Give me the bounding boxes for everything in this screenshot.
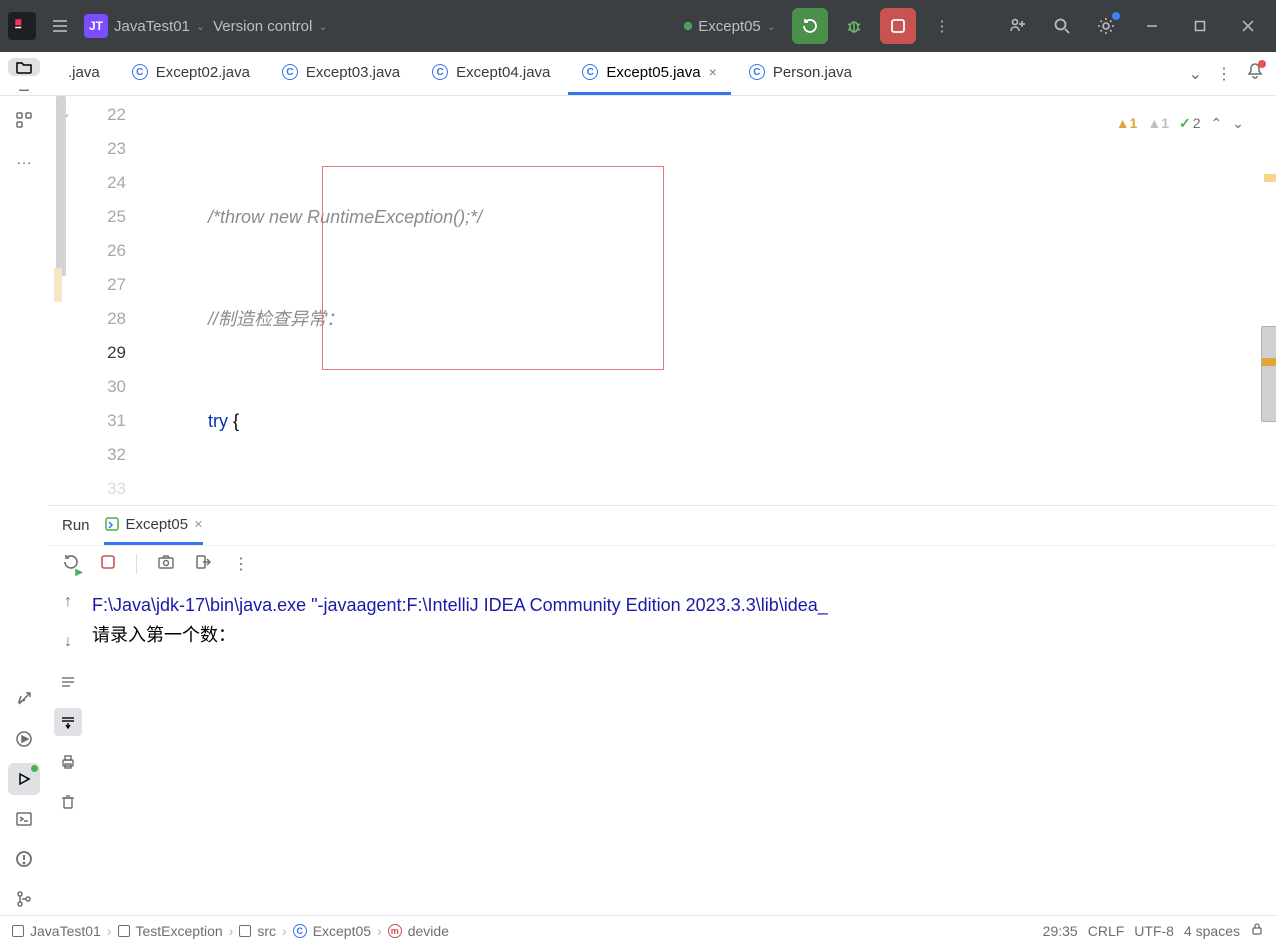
inspection-widget[interactable]: ▲1 ▲1 ✓2 ⌃ ⌄	[1116, 106, 1244, 140]
run-side-tools: ↑ ↓	[48, 582, 88, 915]
tabs-dropdown-icon[interactable]: ⌄	[1189, 64, 1202, 84]
vcs-label: Version control	[213, 18, 312, 35]
project-selector[interactable]: JT JavaTest01 ⌄	[84, 14, 205, 38]
class-icon: C	[293, 924, 307, 938]
screenshot-icon[interactable]	[157, 553, 175, 576]
chevron-down-icon: ⌄	[767, 20, 776, 33]
rerun-button[interactable]	[792, 8, 828, 44]
class-icon: C	[432, 64, 448, 80]
class-icon: C	[132, 64, 148, 80]
terminal-tool-icon[interactable]	[8, 803, 40, 835]
folder-icon	[239, 925, 251, 937]
run-config-selector[interactable]: Except05 ⌄	[676, 14, 784, 39]
close-button[interactable]	[1228, 6, 1268, 46]
exit-icon[interactable]	[195, 553, 213, 576]
project-tool-button[interactable]	[8, 58, 40, 76]
rerun-icon[interactable]: ▶	[62, 553, 80, 576]
run-title: Run	[62, 517, 90, 534]
search-icon[interactable]	[1044, 8, 1080, 44]
module-icon	[12, 925, 24, 937]
class-icon: C	[582, 64, 598, 80]
run-panel: Run Except05 × ▶ ⋮ ↑ ↓	[48, 505, 1276, 915]
line-gutter: 22 23 24 25 26 27 28 29 30 31 32 33	[84, 96, 140, 505]
problems-tool-icon[interactable]	[8, 843, 40, 875]
editor-tabbar: − .java CExcept02.java CExcept03.java CE…	[0, 52, 1276, 96]
tab-except05[interactable]: CExcept05.java×	[568, 52, 730, 95]
code-with-me-icon[interactable]	[1000, 8, 1036, 44]
app-logo	[8, 12, 36, 40]
close-icon[interactable]: ×	[709, 64, 717, 80]
more-tool-icon[interactable]: …	[8, 144, 40, 176]
tabs-more-icon[interactable]: ⋮	[1216, 64, 1232, 84]
scrollbar-thumb[interactable]	[56, 96, 66, 276]
debug-button[interactable]	[836, 8, 872, 44]
tab-except03[interactable]: CExcept03.java	[268, 52, 414, 95]
minimize-button[interactable]	[1132, 6, 1172, 46]
down-icon[interactable]: ↓	[54, 628, 82, 656]
chevron-down-icon: ⌄	[196, 20, 205, 33]
soft-wrap-icon[interactable]	[54, 668, 82, 696]
run-dashboard-icon[interactable]	[8, 763, 40, 795]
line-separator[interactable]: CRLF	[1088, 923, 1125, 939]
up-icon[interactable]: ↑	[54, 588, 82, 616]
statusbar: JavaTest01› TestException› src› CExcept0…	[0, 915, 1276, 945]
editor-tabs: .java CExcept02.java CExcept03.java CExc…	[48, 52, 1177, 95]
main-area: … ⌄ 22 23 24 25 26 27 28 29 30 31	[0, 96, 1276, 915]
structure-tool-icon[interactable]	[8, 104, 40, 136]
cursor-position[interactable]: 29:35	[1043, 923, 1078, 939]
console-line: 请录入第一个数：	[92, 620, 1272, 650]
editor-area: ⌄ 22 23 24 25 26 27 28 29 30 31 32 33	[48, 96, 1276, 915]
tab-java[interactable]: .java	[54, 52, 114, 95]
scroll-to-end-icon[interactable]	[54, 708, 82, 736]
class-icon: C	[749, 64, 765, 80]
breadcrumb[interactable]: JavaTest01› TestException› src› CExcept0…	[12, 923, 449, 939]
maximize-button[interactable]	[1180, 6, 1220, 46]
next-highlight-icon[interactable]: ⌄	[1232, 106, 1244, 140]
print-icon[interactable]	[54, 748, 82, 776]
run-tool-icon[interactable]	[8, 723, 40, 755]
readonly-icon[interactable]	[1250, 922, 1264, 939]
left-sidebar: …	[0, 96, 48, 915]
tab-person[interactable]: CPerson.java	[735, 52, 866, 95]
notifications-icon[interactable]	[1246, 62, 1264, 85]
vcs-selector[interactable]: Version control ⌄	[213, 18, 327, 35]
stop-button[interactable]	[880, 8, 916, 44]
code-content[interactable]: /*throw new RuntimeException();*/ //制造检查…	[140, 96, 1262, 505]
project-badge: JT	[84, 14, 108, 38]
clear-icon[interactable]	[54, 788, 82, 816]
prev-highlight-icon[interactable]: ⌃	[1211, 106, 1223, 140]
project-name: JavaTest01	[114, 18, 190, 35]
close-icon[interactable]: ×	[194, 516, 203, 533]
vcs-tool-icon[interactable]	[8, 883, 40, 915]
scrollbar-thumb[interactable]	[1261, 326, 1276, 422]
highlight-box	[322, 166, 664, 370]
hamburger-icon[interactable]	[44, 10, 76, 42]
code-editor[interactable]: ⌄ 22 23 24 25 26 27 28 29 30 31 32 33	[48, 96, 1276, 505]
run-status-icon	[684, 22, 692, 30]
run-config-name: Except05	[698, 18, 761, 35]
tab-except04[interactable]: CExcept04.java	[418, 52, 564, 95]
more-actions-icon[interactable]: ⋮	[924, 8, 960, 44]
build-tool-icon[interactable]	[8, 683, 40, 715]
indent-setting[interactable]: 4 spaces	[1184, 923, 1240, 939]
run-tab[interactable]: Except05 ×	[104, 506, 203, 545]
error-stripe[interactable]	[1262, 96, 1276, 505]
run-tabs: Run Except05 ×	[48, 506, 1276, 546]
method-icon: m	[388, 924, 402, 938]
folder-icon	[118, 925, 130, 937]
titlebar: JT JavaTest01 ⌄ Version control ⌄ Except…	[0, 0, 1276, 52]
tab-except02[interactable]: CExcept02.java	[118, 52, 264, 95]
console-output[interactable]: F:\Java\jdk-17\bin\java.exe "-javaagent:…	[88, 582, 1276, 915]
file-encoding[interactable]: UTF-8	[1134, 923, 1174, 939]
console-cmd: F:\Java\jdk-17\bin\java.exe "-javaagent:…	[92, 590, 1272, 620]
run-more-icon[interactable]: ⋮	[233, 554, 249, 574]
class-icon: C	[282, 64, 298, 80]
chevron-down-icon: ⌄	[318, 20, 327, 33]
stop-icon[interactable]	[100, 554, 116, 575]
settings-icon[interactable]	[1088, 8, 1124, 44]
